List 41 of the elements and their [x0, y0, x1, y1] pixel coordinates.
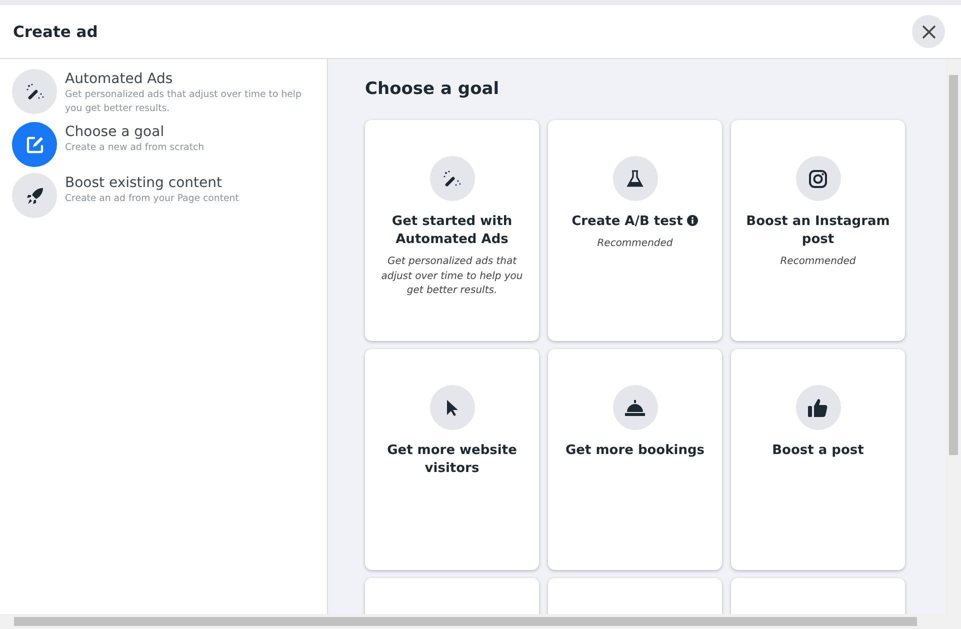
goal-card[interactable]: Get started with Automated Ads Get personalized ads that adjust over time to help you get better results. — [365, 120, 539, 341]
goal-card[interactable]: Get more bookings — [548, 349, 722, 570]
item-title: Boost existing content — [65, 175, 223, 191]
service-bell-icon — [624, 398, 646, 418]
item-description: Create an ad from your Page content — [65, 192, 239, 206]
close-icon — [922, 24, 936, 38]
item-description: Create a new ad from scratch — [65, 141, 204, 155]
thumbs-up-icon — [807, 398, 829, 418]
item-title: Choose a goal — [65, 124, 166, 140]
item-title: Automated Ads — [65, 71, 174, 87]
goal-title: Get started with Automated Ads — [390, 213, 514, 249]
goal-card[interactable]: Get more website visitors — [365, 349, 539, 570]
goal-title: Create A/B test — [572, 213, 698, 231]
magic-wand-icon — [442, 168, 462, 188]
goal-description: Recommended — [597, 237, 673, 251]
edit-icon — [24, 134, 44, 154]
goal-title: Boost an Instagram post — [745, 213, 891, 249]
sidebar-item[interactable]: Boost existing content Create an ad from your Page content — [12, 173, 315, 218]
close-button[interactable] — [912, 15, 945, 48]
scrollbar-thumb[interactable] — [14, 617, 917, 626]
item-description: Get personalized ads that adjust over time to help you get better results. — [65, 88, 302, 116]
rocket-icon — [24, 186, 44, 206]
goal-description: Get personalized ads that adjust over time to help you get better results. — [380, 255, 524, 298]
goal-card[interactable]: Create A/B test Recommended — [548, 120, 722, 341]
flask-icon — [625, 168, 645, 188]
scrollbar-thumb[interactable] — [949, 75, 958, 455]
sidebar-item[interactable]: Automated Ads Get personalized ads that adjust over time to help you get better results. — [12, 69, 315, 116]
info-icon[interactable] — [687, 215, 698, 226]
goal-title: Get more website visitors — [386, 442, 518, 478]
vertical-scrollbar[interactable] — [946, 59, 961, 614]
goal-title: Get more bookings — [565, 442, 705, 460]
magic-wand-icon — [24, 82, 44, 102]
camera-icon — [808, 168, 828, 188]
goal-title: Boost a post — [772, 442, 864, 460]
sidebar-item[interactable]: Choose a goal Create a new ad from scratch — [12, 122, 315, 167]
goal-description: Recommended — [780, 255, 856, 269]
section-heading: Choose a goal — [365, 79, 500, 99]
dialog-title: Create ad — [13, 22, 98, 40]
goal-card[interactable]: Boost a post — [731, 349, 905, 570]
horizontal-scrollbar[interactable] — [0, 614, 961, 629]
goal-card[interactable]: Boost an Instagram post Recommended — [731, 120, 905, 341]
